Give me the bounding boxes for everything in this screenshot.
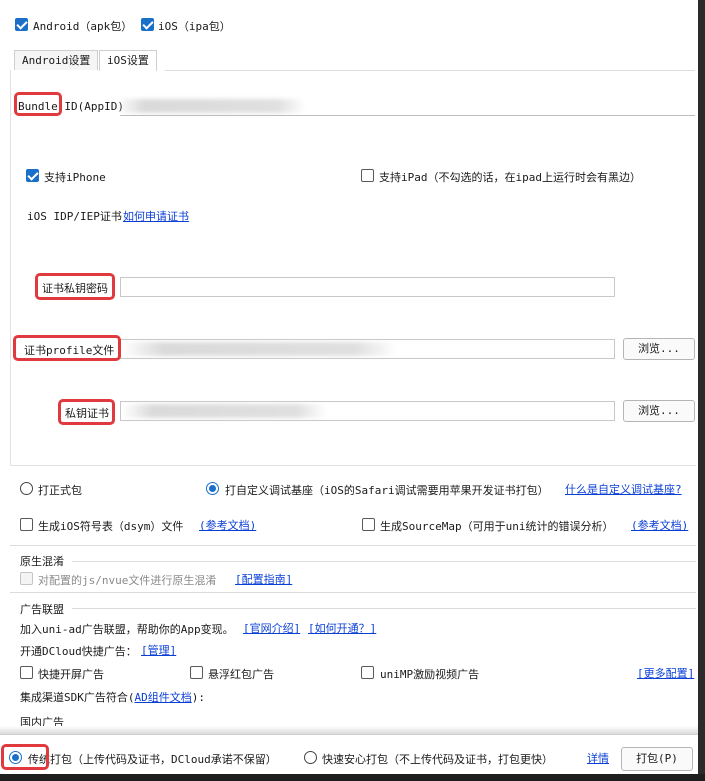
background-window-edge (698, 0, 705, 781)
how-to-apply-cert-link[interactable]: 如何申请证书 (123, 208, 189, 224)
obfuscation-checkbox[interactable] (20, 572, 33, 585)
fast-pack-radio[interactable] (304, 751, 317, 764)
support-iphone-checkbox[interactable] (26, 169, 39, 182)
cert-type-label: iOS IDP/IEP证书 (27, 210, 122, 223)
ios-label: iOS（ipa包） (158, 20, 231, 33)
custom-base-help-link[interactable]: 什么是自定义调试基座? (565, 481, 682, 497)
android-label: Android（apk包） (33, 20, 133, 33)
sdk-ads-doc-link[interactable]: AD组件文档 (135, 691, 192, 704)
ios-checkbox[interactable] (141, 18, 154, 31)
bundle-id-input[interactable] (120, 115, 695, 116)
sourcemap-label: 生成SourceMap（可用于uni统计的错误分析） (380, 520, 614, 533)
private-cert-browse-button[interactable]: 浏览... (623, 400, 695, 422)
ads-intro-text: 加入uni-ad广告联盟，帮助你的App变现。 (20, 623, 234, 636)
details-link[interactable]: 详情 (587, 750, 609, 766)
splash-ad-checkbox[interactable] (20, 666, 33, 679)
bundle-id-value-redacted (116, 99, 306, 113)
tab-ios-settings[interactable]: iOS设置 (99, 50, 157, 71)
formal-package-label: 打正式包 (38, 484, 82, 497)
video-ad-label: uniMP激励视频广告 (380, 668, 480, 681)
custom-base-radio[interactable] (206, 482, 219, 495)
obfuscation-option-label: 对配置的js/nvue文件进行原生混淆 (38, 574, 217, 587)
float-red-ad-label: 悬浮红包广告 (208, 668, 274, 681)
ads-title: 广告联盟 (20, 603, 64, 616)
sdk-ads-label: 集成渠道SDK广告符合(AD组件文档): (20, 689, 205, 705)
key-password-label: 证书私钥密码 (42, 282, 108, 295)
pack-button[interactable]: 打包(P) (621, 747, 693, 771)
android-checkbox[interactable] (15, 18, 28, 31)
dcloud-ads-label: 开通DCloud快捷广告： (20, 645, 137, 658)
ads-howto-link[interactable]: [如何开通？] (308, 620, 376, 636)
ads-intro-link[interactable]: [官网介绍] (243, 620, 300, 636)
support-iphone-label: 支持iPhone (44, 171, 106, 184)
dsym-doc-link[interactable]: (参考文档) (199, 517, 256, 533)
fast-pack-label: 快速安心打包（不上传代码及证书，打包更快） (322, 753, 553, 766)
private-cert-path-redacted (122, 404, 327, 418)
obfuscation-title: 原生混淆 (20, 555, 64, 568)
dsym-checkbox[interactable] (20, 518, 33, 531)
profile-path-redacted (122, 342, 397, 356)
traditional-pack-label: 传统打包（上传代码及证书，DCloud承诺不保留） (28, 753, 277, 766)
support-ipad-checkbox[interactable] (361, 169, 374, 182)
video-ad-checkbox[interactable] (361, 666, 374, 679)
background-window-bottom (0, 774, 705, 781)
support-ipad-label: 支持iPad（不勾选的话，在ipad上运行时会有黑边） (379, 171, 641, 184)
float-red-ad-checkbox[interactable] (190, 666, 203, 679)
private-cert-label: 私钥证书 (65, 407, 109, 420)
sdk-ads-prefix: 集成渠道SDK广告符合( (20, 691, 135, 704)
formal-package-radio[interactable] (20, 482, 33, 495)
custom-base-label: 打自定义调试基座（iOS的Safari调试需要用苹果开发证书打包） (225, 484, 549, 497)
key-password-input[interactable] (120, 277, 615, 297)
tab-android-settings[interactable]: Android设置 (14, 50, 99, 70)
sourcemap-doc-link[interactable]: (参考文档) (631, 517, 688, 533)
bundle-id-label: Bundle ID(AppID) (18, 100, 124, 113)
dsym-label: 生成iOS符号表（dsym）文件 (38, 520, 184, 533)
profile-file-label: 证书profile文件 (24, 344, 115, 357)
splash-ad-label: 快捷开屏广告 (38, 668, 104, 681)
traditional-pack-radio[interactable] (9, 751, 22, 764)
profile-browse-button[interactable]: 浏览... (623, 338, 695, 360)
obfuscation-guide-link[interactable]: [配置指南] (235, 571, 292, 587)
dcloud-ads-manage-link[interactable]: [管理] (141, 642, 176, 658)
more-config-link[interactable]: [更多配置] (637, 665, 694, 681)
sdk-ads-suffix: ): (191, 691, 205, 704)
sourcemap-checkbox[interactable] (362, 518, 375, 531)
